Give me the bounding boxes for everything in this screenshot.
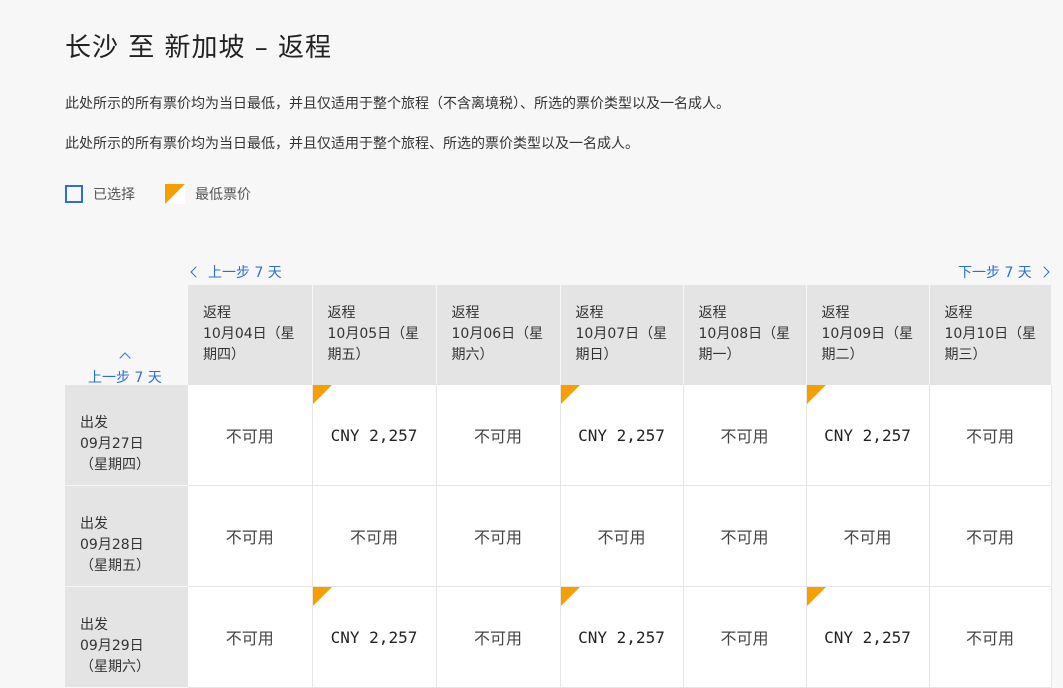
fare-text: CNY 2,257 bbox=[330, 425, 418, 445]
fare-cell-unavailable: 不可用 bbox=[312, 485, 437, 587]
fare-cell-unavailable: 不可用 bbox=[806, 485, 930, 587]
fare-cell-unavailable: 不可用 bbox=[436, 485, 561, 587]
fare-note-1: 此处所示的所有票价均为当日最低，并且仅适用于整个旅程（不含离境税）、所选的票价类… bbox=[65, 96, 730, 112]
fare-calendar-grid: 返程 10月04日（星期四） 返程 10月05日（星期五） 返程 10月06日（星期六… bbox=[65, 285, 1052, 688]
return-date-header: 返程 10月09日（星期二） bbox=[806, 285, 930, 385]
prev-week-button[interactable]: 上一步 7 天 bbox=[190, 262, 282, 282]
fare-text: 不可用 bbox=[843, 528, 892, 547]
fare-text: 不可用 bbox=[965, 427, 1014, 446]
fare-cell-available[interactable]: CNY 2,257 bbox=[560, 586, 684, 688]
fare-cell-unavailable: 不可用 bbox=[560, 485, 684, 587]
fare-cell-unavailable: 不可用 bbox=[929, 385, 1052, 486]
fare-row: 出发 09月29日（星期六） 不可用 CNY 2,257 不可用 CNY 2,257 不可用… bbox=[65, 586, 1052, 688]
grid-corner bbox=[65, 285, 188, 385]
fare-cell-available[interactable]: CNY 2,257 bbox=[312, 385, 437, 486]
fare-text: 不可用 bbox=[720, 528, 769, 547]
fare-cell-unavailable: 不可用 bbox=[683, 385, 807, 486]
fare-text: 不可用 bbox=[720, 427, 769, 446]
fare-text: 不可用 bbox=[473, 427, 522, 446]
return-date-header: 返程 10月08日（星期一） bbox=[683, 285, 807, 385]
fare-cell-unavailable: 不可用 bbox=[188, 485, 313, 587]
lowest-fare-flag-icon bbox=[806, 587, 826, 606]
return-date-header: 返程 10月05日（星期五） bbox=[312, 285, 437, 385]
fare-cell-unavailable: 不可用 bbox=[188, 385, 313, 486]
fare-text: 不可用 bbox=[473, 528, 522, 547]
fare-text: 不可用 bbox=[225, 629, 274, 648]
prev-week-label: 上一步 7 天 bbox=[208, 265, 282, 281]
fare-text: 不可用 bbox=[720, 629, 769, 648]
fare-text: 不可用 bbox=[349, 528, 398, 547]
return-date-header: 返程 10月06日（星期六） bbox=[436, 285, 561, 385]
return-date-header: 返程 10月07日（星期日） bbox=[560, 285, 684, 385]
departure-date-header: 出发 09月29日（星期六） bbox=[65, 586, 188, 688]
fare-cell-unavailable: 不可用 bbox=[683, 485, 807, 587]
fare-cell-available[interactable]: CNY 2,257 bbox=[312, 586, 437, 688]
legend: 已选择 最低票价 bbox=[65, 183, 251, 205]
page-title: 长沙 至 新加坡 – 返程 bbox=[65, 33, 333, 63]
departure-date-header: 出发 09月28日（星期五） bbox=[65, 485, 188, 587]
fare-text: 不可用 bbox=[473, 629, 522, 648]
next-week-button[interactable]: 下一步 7 天 bbox=[958, 262, 1050, 282]
next-week-label: 下一步 7 天 bbox=[958, 265, 1032, 281]
return-date-header: 返程 10月04日（星期四） bbox=[188, 285, 313, 385]
fare-text: CNY 2,257 bbox=[578, 627, 665, 647]
fare-text: CNY 2,257 bbox=[330, 627, 418, 647]
fare-text: 不可用 bbox=[225, 427, 274, 446]
fare-cell-unavailable: 不可用 bbox=[929, 485, 1052, 587]
fare-text: 不可用 bbox=[597, 528, 646, 547]
lowest-fare-flag-icon bbox=[560, 587, 580, 606]
fare-row: 出发 09月28日（星期五） 不可用 不可用 不可用 不可用 不可用 不可用 不可用 bbox=[65, 485, 1052, 587]
fare-text: 不可用 bbox=[225, 528, 274, 547]
selected-swatch-icon bbox=[65, 185, 83, 203]
fare-note-2: 此处所示的所有票价均为当日最低，并且仅适用于整个旅程、所选的票价类型以及一名成人… bbox=[65, 136, 639, 152]
fare-cell-available[interactable]: CNY 2,257 bbox=[806, 385, 930, 486]
fare-cell-unavailable: 不可用 bbox=[683, 586, 807, 688]
lowest-fare-flag-icon bbox=[165, 184, 185, 204]
fare-cell-unavailable: 不可用 bbox=[188, 586, 313, 688]
lowest-fare-flag-icon bbox=[312, 587, 332, 606]
legend-selected-label: 已选择 bbox=[93, 187, 135, 203]
fare-text: 不可用 bbox=[965, 528, 1014, 547]
fare-cell-unavailable: 不可用 bbox=[929, 586, 1052, 688]
fare-cell-unavailable: 不可用 bbox=[436, 385, 561, 486]
fare-text: CNY 2,257 bbox=[578, 425, 665, 445]
lowest-fare-flag-icon bbox=[560, 385, 580, 404]
fare-text: CNY 2,257 bbox=[824, 627, 911, 647]
fare-row: 出发 09月27日（星期四） 不可用 CNY 2,257 不可用 CNY 2,257 不可用… bbox=[65, 385, 1052, 486]
fare-cell-available[interactable]: CNY 2,257 bbox=[560, 385, 684, 486]
chevron-right-icon bbox=[1038, 266, 1050, 278]
fare-cell-available[interactable]: CNY 2,257 bbox=[806, 586, 930, 688]
lowest-fare-flag-icon bbox=[312, 385, 332, 404]
lowest-fare-flag-icon bbox=[806, 385, 826, 404]
fare-text: 不可用 bbox=[965, 629, 1014, 648]
return-date-header: 返程 10月10日（星期三） bbox=[929, 285, 1052, 385]
chevron-left-icon bbox=[190, 266, 202, 278]
fare-cell-unavailable: 不可用 bbox=[436, 586, 561, 688]
legend-lowest-label: 最低票价 bbox=[195, 187, 251, 203]
fare-text: CNY 2,257 bbox=[824, 425, 911, 445]
departure-date-header: 出发 09月27日（星期四） bbox=[65, 385, 188, 486]
